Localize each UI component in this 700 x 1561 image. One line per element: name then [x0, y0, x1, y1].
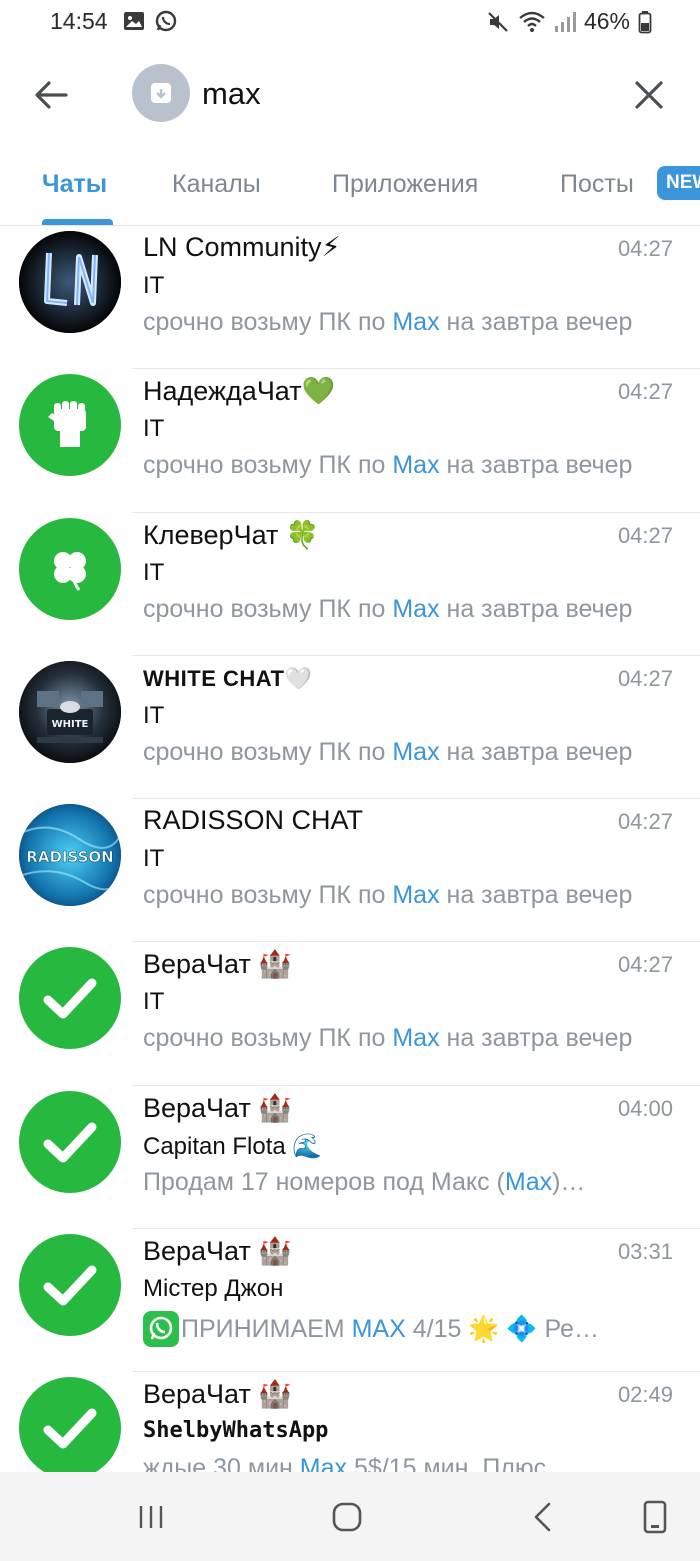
search-tabs: Чаты Каналы Приложения Посты NEW: [0, 148, 700, 226]
tab-apps[interactable]: Приложения: [332, 170, 478, 199]
chat-time: 04:00: [617, 1095, 673, 1121]
tab-posts[interactable]: Посты: [560, 170, 634, 199]
whatsapp-icon: [155, 10, 177, 32]
chat-time: 04:27: [617, 665, 673, 691]
chat-sender: Містер Джон: [143, 1275, 284, 1303]
chat-item-white-chat[interactable]: WHITE WHITE CHAT🤍 04:27 IT срочно возьму…: [0, 656, 700, 800]
system-navigation-bar: [0, 1472, 700, 1561]
checkmark-avatar: [19, 947, 121, 1050]
chat-title: ВераЧат 🏰: [143, 1379, 292, 1410]
tab-chats[interactable]: Чаты: [42, 170, 107, 199]
chat-item-nadezhda[interactable]: НадеждаЧат💚 04:27 IT срочно возьму ПК по…: [0, 369, 700, 513]
clover-icon: [54, 551, 86, 591]
chat-preview: ждые 30 мин Max 5$/15 мин. Плюс…: [143, 1454, 572, 1472]
clear-search-button[interactable]: [624, 70, 674, 120]
checkmark-icon: [43, 1122, 97, 1163]
search-input[interactable]: [202, 72, 602, 116]
chevron-left-icon: [534, 1502, 551, 1532]
checkmark-avatar: [19, 1090, 121, 1193]
chat-title: ВераЧат 🏰: [143, 1092, 292, 1123]
svg-text:WHITE: WHITE: [52, 719, 89, 730]
checkmark-icon: [43, 1408, 97, 1449]
chat-time: 04:27: [617, 952, 673, 978]
chat-sender: IT: [143, 272, 165, 299]
tab-channels[interactable]: Каналы: [172, 170, 261, 199]
chat-sender: IT: [143, 988, 165, 1016]
battery-percent: 46%: [583, 8, 630, 34]
white-chat-photo-avatar: WHITE: [19, 660, 121, 763]
chat-sender: Capitan Flota 🌊: [143, 1132, 323, 1160]
chat-preview: срочно возьму ПК по Max на завтра вечер: [143, 1024, 633, 1053]
chat-title: ВераЧат 🏰: [143, 1236, 292, 1267]
chat-item-radisson[interactable]: RADISSON RADISSON CHAT 04:27 IT срочно в…: [0, 799, 700, 943]
chat-sender: IT: [143, 701, 165, 729]
checkmark-icon: [43, 978, 97, 1019]
home-button[interactable]: [324, 1494, 370, 1540]
chat-title: RADISSON CHAT: [143, 805, 364, 836]
status-bar: 14:54 46%: [0, 0, 700, 44]
wifi-icon: [519, 11, 545, 32]
checkmark-avatar: [19, 1234, 121, 1337]
chat-title: НадеждаЧат💚: [143, 376, 336, 407]
arrow-left-icon: [35, 81, 68, 109]
whatsapp-logo-icon: [143, 1311, 179, 1348]
svg-text:RADISSON: RADISSON: [26, 848, 113, 866]
ln-logo-avatar: [19, 231, 121, 333]
gallery-icon: [124, 12, 144, 30]
chat-title: КлеверЧат 🍀: [143, 519, 320, 550]
chat-preview: срочно возьму ПК по Max на завтра вечер: [143, 308, 633, 336]
chat-title: WHITE CHAT🤍: [143, 665, 313, 691]
checkmark-icon: [43, 1265, 97, 1306]
recents-icon: [139, 1506, 163, 1528]
search-bar: [0, 44, 700, 148]
chat-title: LN Community⚡: [143, 232, 341, 262]
chat-time: 04:27: [617, 522, 673, 548]
chat-item-vera-3[interactable]: ВераЧат 🏰 03:31 Містер Джон ПРИНИМАЕМ MA…: [0, 1229, 700, 1373]
archive-chip[interactable]: [132, 64, 190, 122]
chat-time: 04:27: [617, 809, 673, 835]
chat-title: ВераЧат 🏰: [143, 949, 292, 980]
chat-preview: срочно возьму ПК по Max на завтра вечер: [143, 881, 633, 910]
chat-preview: срочно возьму ПК по Max на завтра вечер: [143, 594, 633, 623]
archive-icon: [151, 83, 171, 103]
chat-sender: IT: [143, 415, 165, 443]
chat-time: 04:27: [617, 236, 673, 261]
battery-icon: [638, 10, 652, 33]
back-button[interactable]: [26, 70, 76, 120]
phone-rotate-icon: [643, 1500, 667, 1534]
checkmark-avatar: [19, 1377, 121, 1472]
chat-time: 03:31: [617, 1239, 673, 1265]
back-nav-button[interactable]: [520, 1494, 566, 1540]
clover-avatar: [19, 517, 121, 620]
chat-sender: ShelbyWhatsApp: [143, 1418, 329, 1444]
radisson-logo-avatar: RADISSON: [19, 804, 121, 907]
chat-preview: срочно возьму ПК по Max на завтра вечер: [143, 451, 633, 480]
signal-icon: [554, 11, 576, 32]
chat-results-list: LN Community⚡ 04:27 IT срочно возьму ПК …: [0, 226, 700, 1472]
close-icon: [635, 81, 663, 109]
chat-preview: ПРИНИМАЕМ MAX 4/15 🌟 💠 Ре…: [143, 1311, 643, 1348]
recent-apps-button[interactable]: [128, 1494, 174, 1540]
chat-item-vera-1[interactable]: ВераЧат 🏰 04:27 IT срочно возьму ПК по M…: [0, 942, 700, 1086]
fist-avatar: [19, 374, 121, 477]
mute-icon: [488, 11, 508, 32]
chat-item-vera-2[interactable]: ВераЧат 🏰 04:00 Capitan Flota 🌊 Продам 1…: [0, 1086, 700, 1230]
home-icon: [332, 1502, 362, 1532]
chat-sender: IT: [143, 558, 165, 586]
chat-item-vera-4[interactable]: ВераЧат 🏰 02:49 ShelbyWhatsApp ждые 30 м…: [0, 1372, 700, 1472]
chat-time: 04:27: [617, 379, 673, 405]
chat-preview: Продам 17 номеров под Макс (Max)…: [143, 1167, 586, 1196]
rotate-screen-button[interactable]: [632, 1494, 678, 1540]
chat-item-klever[interactable]: КлеверЧат 🍀 04:27 IT срочно возьму ПК по…: [0, 513, 700, 656]
active-tab-indicator: [42, 219, 113, 225]
status-time: 14:54: [50, 8, 108, 34]
chat-sender: IT: [143, 845, 165, 873]
new-badge: NEW: [657, 166, 700, 200]
fist-icon: [48, 401, 86, 448]
chat-item-ln-community[interactable]: LN Community⚡ 04:27 IT срочно возьму ПК …: [0, 226, 700, 370]
chat-preview: срочно возьму ПК по Max на завтра вечер: [143, 737, 633, 766]
chat-time: 02:49: [617, 1382, 673, 1408]
